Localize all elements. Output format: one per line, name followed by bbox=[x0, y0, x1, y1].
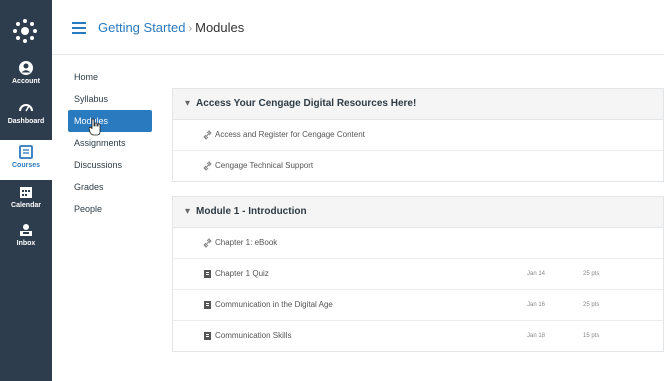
module-item-title[interactable]: Chapter 1 Quiz bbox=[215, 259, 269, 289]
module-item-title[interactable]: Access and Register for Cengage Content bbox=[215, 120, 365, 150]
module-item-title[interactable]: Cengage Technical Support bbox=[215, 151, 313, 181]
link-icon bbox=[203, 161, 212, 171]
canvas-logo-icon[interactable] bbox=[12, 18, 38, 44]
module-header[interactable]: ▾ Access Your Cengage Digital Resources H… bbox=[173, 89, 663, 120]
global-nav: Account Dashboard Courses Calendar Inbox bbox=[0, 0, 52, 381]
quiz-icon bbox=[204, 301, 211, 309]
quiz-icon bbox=[204, 270, 211, 278]
points: 25 pts bbox=[583, 271, 600, 277]
breadcrumb-current-page: Modules bbox=[195, 20, 245, 35]
global-nav-inbox[interactable]: Inbox bbox=[0, 222, 52, 256]
course-nav-syllabus[interactable]: Syllabus bbox=[68, 88, 152, 110]
collapse-caret-icon[interactable]: ▾ bbox=[185, 98, 190, 109]
global-nav-calendar-label: Calendar bbox=[11, 202, 41, 209]
breadcrumb-course-link[interactable]: Getting Started bbox=[98, 20, 185, 35]
module-item-title[interactable]: Chapter 1: eBook bbox=[215, 228, 277, 258]
course-nav-modules[interactable]: Modules bbox=[68, 110, 152, 136]
link-icon bbox=[203, 238, 212, 248]
calendar-icon bbox=[20, 187, 32, 198]
module-item[interactable]: Communication Skills Jan 18 15 pts bbox=[173, 321, 663, 351]
account-icon bbox=[19, 61, 33, 75]
global-nav-calendar[interactable]: Calendar bbox=[0, 184, 52, 218]
course-nav-home[interactable]: Home bbox=[68, 66, 152, 88]
course-nav-discussions[interactable]: Discussions bbox=[68, 154, 152, 176]
points: 25 pts bbox=[583, 302, 600, 308]
global-nav-courses-label: Courses bbox=[11, 162, 40, 169]
module-title: Module 1 - Introduction bbox=[196, 206, 307, 217]
breadcrumb: Getting Started › Modules bbox=[98, 20, 244, 35]
collapse-caret-icon[interactable]: ▾ bbox=[185, 206, 190, 217]
module-header[interactable]: ▾ Module 1 - Introduction bbox=[173, 197, 663, 228]
global-nav-account[interactable]: Account bbox=[0, 60, 52, 94]
course-nav-grades[interactable]: Grades bbox=[68, 176, 152, 198]
breadcrumb-separator: › bbox=[188, 23, 193, 35]
inbox-icon bbox=[20, 224, 32, 236]
modules-content: ▾ Access Your Cengage Digital Resources H… bbox=[172, 88, 664, 366]
global-nav-inbox-label: Inbox bbox=[16, 240, 36, 247]
link-icon bbox=[203, 130, 212, 140]
module-item[interactable]: Communication in the Digital Age Jan 16 … bbox=[173, 290, 663, 321]
module-item[interactable]: Chapter 1: eBook bbox=[173, 228, 663, 259]
global-nav-dashboard-label: Dashboard bbox=[7, 118, 45, 125]
global-nav-account-label: Account bbox=[12, 78, 40, 85]
due-date: Jan 16 bbox=[527, 302, 546, 308]
dashboard-icon bbox=[19, 104, 33, 112]
due-date: Jan 18 bbox=[527, 333, 546, 339]
module-item[interactable]: Cengage Technical Support bbox=[173, 151, 663, 181]
course-nav: Home Syllabus Modules Assignments Discus… bbox=[68, 66, 152, 220]
module-item[interactable]: Access and Register for Cengage Content bbox=[173, 120, 663, 151]
hamburger-menu-icon[interactable] bbox=[72, 22, 86, 34]
quiz-icon bbox=[204, 332, 211, 340]
module-item[interactable]: Chapter 1 Quiz Jan 14 25 pts bbox=[173, 259, 663, 290]
module-item-title[interactable]: Communication in the Digital Age bbox=[215, 290, 333, 320]
module-item-title[interactable]: Communication Skills bbox=[215, 321, 291, 351]
global-nav-dashboard[interactable]: Dashboard bbox=[0, 100, 52, 134]
due-date: Jan 14 bbox=[527, 271, 546, 277]
points: 15 pts bbox=[583, 333, 600, 339]
course-nav-assignments[interactable]: Assignments bbox=[68, 132, 152, 154]
global-nav-courses[interactable]: Courses bbox=[0, 140, 52, 180]
courses-icon bbox=[19, 145, 33, 159]
page-header: Getting Started › Modules bbox=[52, 0, 664, 55]
module-title: Access Your Cengage Digital Resources He… bbox=[196, 98, 417, 109]
module-introduction: ▾ Module 1 - Introduction Chapter 1: eBoo… bbox=[172, 196, 664, 352]
course-nav-people[interactable]: People bbox=[68, 198, 152, 220]
module-cengage-resources: ▾ Access Your Cengage Digital Resources H… bbox=[172, 88, 664, 182]
